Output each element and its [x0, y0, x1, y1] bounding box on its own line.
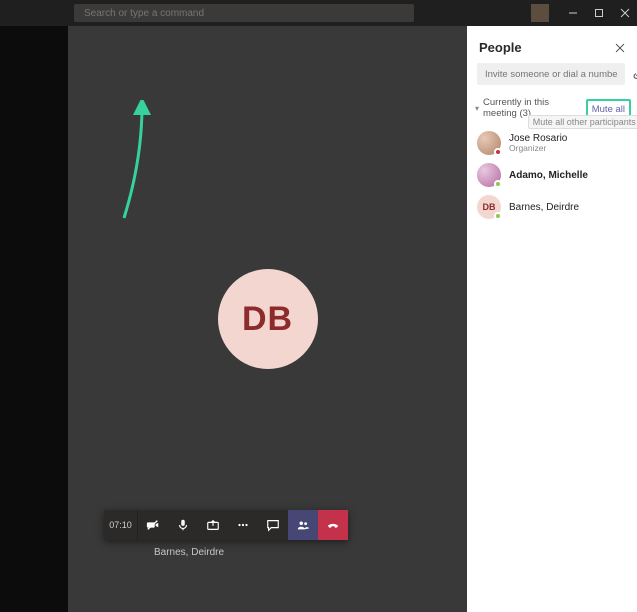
- invite-input[interactable]: [477, 63, 625, 85]
- participant-row[interactable]: Adamo, Michelle: [471, 159, 633, 191]
- section-caret-icon[interactable]: ▾: [475, 104, 479, 113]
- meeting-stage: DB 07:10: [68, 26, 467, 612]
- minimize-icon[interactable]: [567, 7, 579, 19]
- left-rail: [0, 26, 68, 612]
- hangup-button[interactable]: [318, 510, 348, 540]
- participant-row[interactable]: DB Barnes, Deirdre: [471, 191, 633, 223]
- close-icon[interactable]: [619, 7, 631, 19]
- microphone-button[interactable]: [168, 510, 198, 540]
- people-button[interactable]: [288, 510, 318, 540]
- dial-link-icon[interactable]: [631, 64, 637, 84]
- titlebar: [0, 0, 637, 26]
- presence-badge: [494, 180, 502, 188]
- participant-avatar: DB: [477, 195, 501, 219]
- participant-caption: Barnes, Deirdre: [154, 547, 224, 558]
- more-button[interactable]: [228, 510, 258, 540]
- close-pane-button[interactable]: [615, 43, 625, 53]
- participant-avatar: [477, 131, 501, 155]
- people-pane: People ▾ Currently in this meeting (3) M…: [467, 26, 637, 612]
- call-toolbar: 07:10: [104, 510, 348, 540]
- chat-button[interactable]: [258, 510, 288, 540]
- maximize-icon[interactable]: [593, 7, 605, 19]
- call-timer: 07:10: [104, 510, 138, 540]
- mute-all-tooltip: Mute all other participants: [528, 115, 637, 129]
- participant-avatar: [477, 163, 501, 187]
- search-box[interactable]: [74, 4, 414, 22]
- participant-role: Organizer: [509, 144, 567, 153]
- participant-row[interactable]: Jose RosarioOrganizer: [471, 127, 633, 159]
- current-user-avatar[interactable]: [531, 4, 549, 22]
- participant-avatar-large: DB: [218, 269, 318, 369]
- share-button[interactable]: [198, 510, 228, 540]
- camera-button[interactable]: [138, 510, 168, 540]
- presence-badge: [494, 148, 502, 156]
- pane-title: People: [479, 40, 522, 55]
- participant-name: Barnes, Deirdre: [509, 202, 579, 213]
- participant-list: Jose RosarioOrganizer Adamo, Michelle DB Ba…: [467, 123, 637, 229]
- presence-badge: [494, 212, 502, 220]
- search-input[interactable]: [84, 8, 404, 19]
- avatar-initials: DB: [242, 300, 293, 339]
- participant-name: Adamo, Michelle: [509, 170, 588, 181]
